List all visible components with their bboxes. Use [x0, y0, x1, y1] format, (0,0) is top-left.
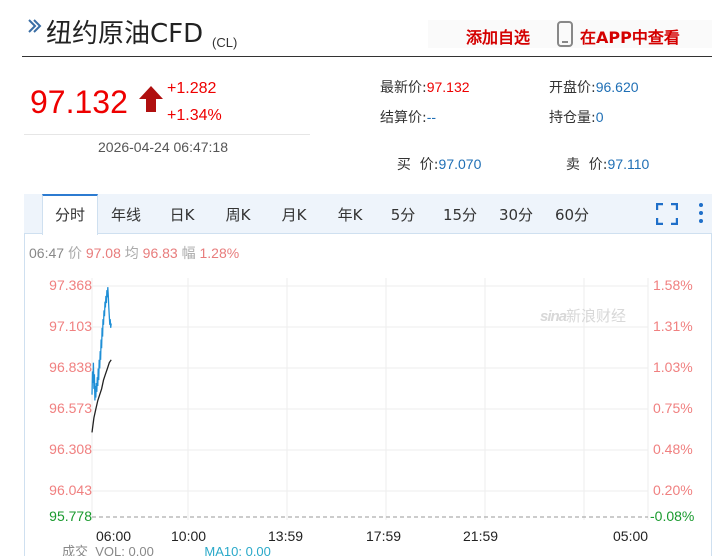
watermark-brand-cn: 新浪财经 — [566, 307, 627, 325]
y-tick-left: 96.308 — [49, 441, 92, 457]
y-tick-right: 0.75% — [653, 400, 693, 416]
y-tick-left: 97.103 — [49, 318, 92, 334]
ma10-value: 0.00 — [245, 544, 271, 556]
volume-label: 成交 — [62, 545, 89, 556]
y-tick-left: 96.838 — [49, 359, 92, 375]
y-tick-right: -0.08% — [650, 508, 695, 524]
intraday-chart[interactable] — [0, 0, 712, 556]
y-tick-left: 95.778 — [49, 508, 92, 524]
y-tick-left: 96.573 — [49, 400, 92, 416]
y-tick-right: 1.58% — [653, 277, 693, 293]
x-tick: 21:59 — [463, 528, 499, 544]
y-tick-right: 0.48% — [653, 441, 693, 457]
vol-value: 0.00 — [128, 544, 154, 556]
y-tick-right: 1.03% — [653, 359, 693, 375]
x-tick: 05:00 — [613, 528, 649, 544]
ma10-label: MA10: — [204, 544, 242, 556]
y-tick-right: 1.31% — [653, 318, 693, 334]
volume-indicator-line: 成交 VOL: 0.00 MA10: 0.00 — [62, 541, 271, 556]
watermark-brand: sina — [540, 308, 567, 325]
y-tick-right: 0.20% — [653, 482, 693, 498]
vol-label: VOL: — [95, 544, 125, 556]
y-tick-left: 96.043 — [49, 482, 92, 498]
sina-finance-watermark: sina新浪财经 — [540, 305, 626, 326]
x-tick: 13:59 — [268, 528, 304, 544]
x-tick: 17:59 — [366, 528, 402, 544]
price-series-line — [91, 287, 112, 401]
y-tick-left: 97.368 — [49, 277, 92, 293]
